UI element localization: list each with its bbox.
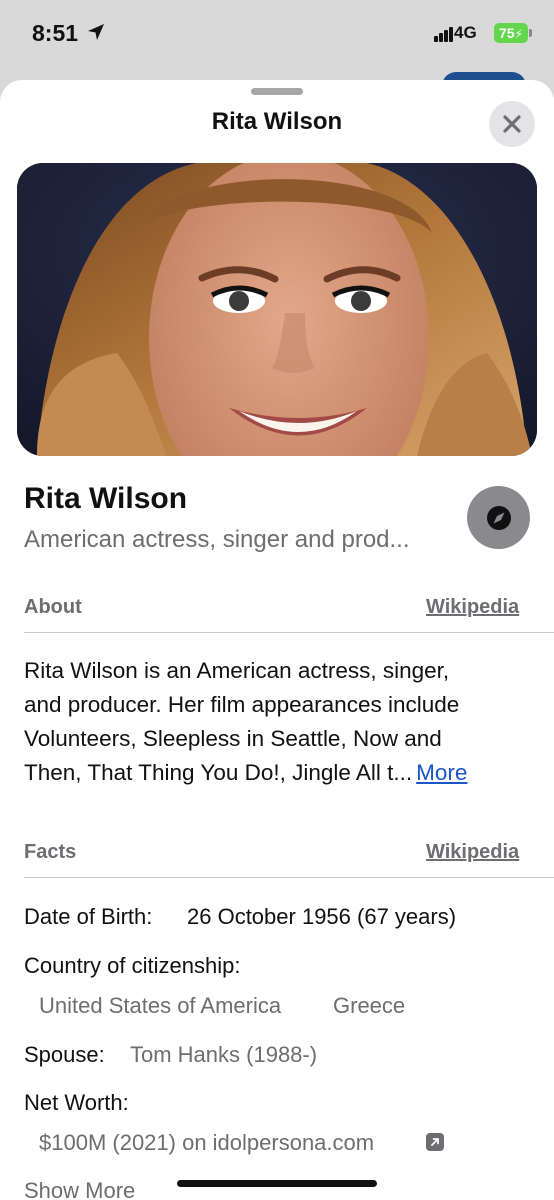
- close-button[interactable]: [489, 101, 535, 147]
- networth-label: Net Worth:: [24, 1090, 129, 1115]
- about-wikipedia-link[interactable]: Wikipedia: [426, 596, 519, 619]
- about-line-last: Then, That Thing You Do!, Jingle All t..…: [24, 756, 524, 790]
- citizenship-value[interactable]: United States of America: [39, 993, 281, 1019]
- status-time: 8:51: [32, 20, 79, 46]
- about-line: Rita Wilson is an American actress, sing…: [24, 658, 450, 683]
- about-text: Rita Wilson is an American actress, sing…: [24, 654, 524, 790]
- citizenship-value[interactable]: Greece: [333, 993, 405, 1019]
- dob-label: Date of Birth:: [24, 904, 153, 929]
- show-more-button[interactable]: Show More: [24, 1178, 135, 1200]
- profile-subtitle: American actress, singer and prod...: [24, 526, 410, 553]
- more-link[interactable]: More: [416, 760, 467, 785]
- network-type: 4G: [454, 23, 477, 42]
- profile-name: Rita Wilson: [24, 482, 188, 515]
- status-bar: 8:51 4G 75⚡: [0, 0, 554, 70]
- location-arrow-icon: [88, 24, 104, 40]
- facts-heading: Facts: [24, 841, 77, 863]
- compass-button[interactable]: [467, 486, 530, 549]
- battery-cap: [529, 29, 532, 37]
- dob-value: 26 October 1956 (67 years): [187, 904, 457, 929]
- info-sheet: Rita Wilson Rita Wilson American actress…: [0, 80, 554, 1200]
- portrait-image: [17, 163, 537, 456]
- external-link-icon[interactable]: [426, 1133, 444, 1151]
- about-heading: About: [24, 596, 82, 618]
- facts-divider: [24, 877, 554, 878]
- facts-wikipedia-link[interactable]: Wikipedia: [426, 841, 519, 864]
- citizenship-label: Country of citizenship:: [24, 953, 241, 978]
- battery-level: 75: [498, 25, 515, 41]
- compass-icon: [487, 506, 511, 530]
- battery-icon: 75⚡: [494, 23, 528, 43]
- about-line: Volunteers, Sleepless in Seattle, Now an…: [24, 726, 442, 751]
- close-icon: [503, 115, 521, 133]
- about-line: and producer. Her film appearances inclu…: [24, 692, 460, 717]
- networth-value[interactable]: $100M (2021) on idolpersona.com: [39, 1130, 374, 1156]
- about-line: Then, That Thing You Do!, Jingle All t..…: [24, 760, 413, 785]
- sheet-title: Rita Wilson: [211, 108, 343, 135]
- spouse-value[interactable]: Tom Hanks (1988-): [130, 1042, 317, 1068]
- profile-photo: [17, 163, 537, 456]
- sheet-grabber[interactable]: [251, 88, 303, 95]
- about-divider: [24, 632, 554, 633]
- home-indicator: [177, 1180, 377, 1187]
- spouse-label: Spouse:: [24, 1042, 105, 1067]
